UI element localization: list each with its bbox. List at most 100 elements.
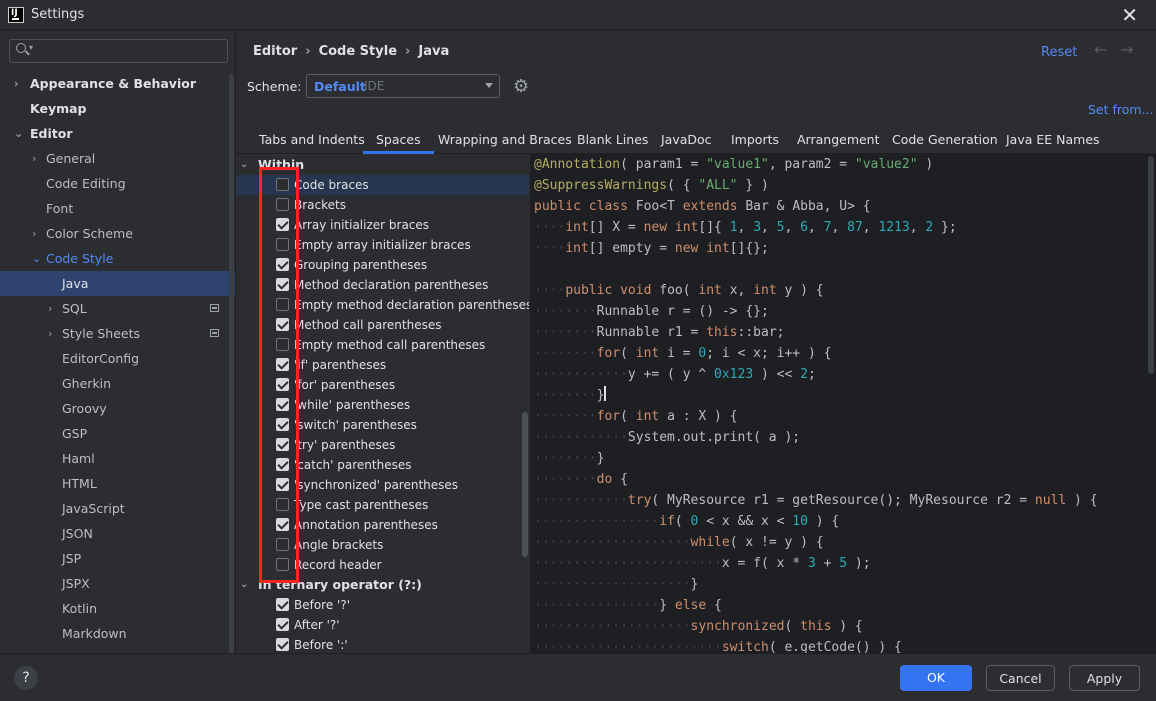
- option-row[interactable]: 'while' parentheses: [236, 395, 529, 415]
- tab-spaces[interactable]: Spaces: [363, 127, 434, 154]
- option-row[interactable]: Brackets: [236, 195, 529, 215]
- cancel-button[interactable]: Cancel: [986, 665, 1055, 691]
- search-input[interactable]: [40, 42, 220, 60]
- forward-arrow-icon[interactable]: →: [1120, 40, 1133, 59]
- option-row[interactable]: Record header: [236, 555, 529, 575]
- sidebar-item-gsp[interactable]: GSP: [0, 421, 235, 446]
- back-arrow-icon[interactable]: ←: [1094, 40, 1107, 59]
- sidebar-item-color-scheme[interactable]: › Color Scheme: [0, 221, 235, 246]
- sidebar-item-style-sheets[interactable]: › Style Sheets: [0, 321, 235, 346]
- option-row[interactable]: Empty method call parentheses: [236, 335, 529, 355]
- sidebar-item-haml[interactable]: Haml: [0, 446, 235, 471]
- option-row[interactable]: Method declaration parentheses: [236, 275, 529, 295]
- reset-link[interactable]: Reset: [1041, 45, 1077, 60]
- option-checkbox[interactable]: [276, 538, 289, 551]
- option-row[interactable]: Method call parentheses: [236, 315, 529, 335]
- sidebar-item-font[interactable]: Font: [0, 196, 235, 221]
- option-checkbox[interactable]: [276, 198, 289, 211]
- option-checkbox[interactable]: [276, 618, 289, 631]
- option-checkbox[interactable]: [276, 298, 289, 311]
- option-checkbox[interactable]: [276, 418, 289, 431]
- code-preview[interactable]: @Annotation( param1 = "value1", param2 =…: [530, 154, 1156, 653]
- option-row[interactable]: Angle brackets: [236, 535, 529, 555]
- option-row[interactable]: Type cast parentheses: [236, 495, 529, 515]
- sidebar-item-code-editing[interactable]: Code Editing: [0, 171, 235, 196]
- sidebar-item-groovy[interactable]: Groovy: [0, 396, 235, 421]
- gear-icon[interactable]: ⚙: [513, 76, 529, 97]
- option-checkbox[interactable]: [276, 258, 289, 271]
- sidebar-item-jsp[interactable]: JSP: [0, 546, 235, 571]
- sidebar-item-jspx[interactable]: JSPX: [0, 571, 235, 596]
- sidebar-item-json[interactable]: JSON: [0, 521, 235, 546]
- tab-wrapping-and-braces[interactable]: Wrapping and Braces: [438, 127, 572, 154]
- sidebar-item-java[interactable]: Java: [0, 271, 235, 296]
- option-checkbox[interactable]: [276, 598, 289, 611]
- sidebar-item-html[interactable]: HTML: [0, 471, 235, 496]
- sidebar-item-kotlin[interactable]: Kotlin: [0, 596, 235, 621]
- option-row[interactable]: 'try' parentheses: [236, 435, 529, 455]
- option-checkbox[interactable]: [276, 558, 289, 571]
- sidebar-item-keymap[interactable]: Keymap: [0, 96, 235, 121]
- option-checkbox[interactable]: [276, 358, 289, 371]
- sidebar-item-sql[interactable]: › SQL: [0, 296, 235, 321]
- tab-javadoc[interactable]: JavaDoc: [661, 127, 712, 154]
- option-checkbox[interactable]: [276, 238, 289, 251]
- sidebar-item-appearance[interactable]: › Appearance & Behavior: [0, 71, 235, 96]
- tab-java-ee-names[interactable]: Java EE Names: [1006, 127, 1100, 154]
- sidebar-item-code-style[interactable]: ⌄ Code Style: [0, 246, 235, 271]
- option-checkbox[interactable]: [276, 278, 289, 291]
- option-checkbox[interactable]: [276, 458, 289, 471]
- option-row[interactable]: 'catch' parentheses: [236, 455, 529, 475]
- sidebar-item-markdown[interactable]: Markdown: [0, 621, 235, 646]
- option-row[interactable]: Array initializer braces: [236, 215, 529, 235]
- options-scrollbar[interactable]: [522, 412, 528, 557]
- sidebar-item-javascript[interactable]: JavaScript: [0, 496, 235, 521]
- option-checkbox[interactable]: [276, 338, 289, 351]
- sidebar-item-general[interactable]: › General: [0, 146, 235, 171]
- close-icon[interactable]: ✕: [1121, 3, 1138, 27]
- option-row[interactable]: 'for' parentheses: [236, 375, 529, 395]
- option-checkbox[interactable]: [276, 478, 289, 491]
- option-checkbox[interactable]: [276, 318, 289, 331]
- sidebar-scrollbar[interactable]: [229, 74, 234, 654]
- breadcrumb-code-style[interactable]: Code Style: [319, 44, 397, 59]
- tab-imports[interactable]: Imports: [731, 127, 779, 154]
- breadcrumb: Editor › Code Style › Java: [253, 44, 450, 59]
- set-from-link[interactable]: Set from...: [1088, 102, 1154, 117]
- option-checkbox[interactable]: [276, 378, 289, 391]
- scheme-dropdown[interactable]: Default IDE: [306, 74, 500, 98]
- tab-tabs-and-indents[interactable]: Tabs and Indents: [259, 127, 365, 154]
- help-icon[interactable]: ?: [14, 666, 38, 690]
- option-row[interactable]: Before ':': [236, 635, 529, 653]
- option-row[interactable]: 'if' parentheses: [236, 355, 529, 375]
- option-row[interactable]: 'synchronized' parentheses: [236, 475, 529, 495]
- option-row[interactable]: 'switch' parentheses: [236, 415, 529, 435]
- ok-button[interactable]: OK: [900, 665, 972, 691]
- sidebar-item-gherkin[interactable]: Gherkin: [0, 371, 235, 396]
- option-checkbox[interactable]: [276, 638, 289, 651]
- dropdown-caret-icon: [485, 83, 493, 88]
- option-checkbox[interactable]: [276, 218, 289, 231]
- tab-arrangement[interactable]: Arrangement: [797, 127, 880, 154]
- option-checkbox[interactable]: [276, 398, 289, 411]
- sidebar-item-editorconfig[interactable]: EditorConfig: [0, 346, 235, 371]
- option-row[interactable]: Empty method declaration parentheses: [236, 295, 529, 315]
- option-checkbox[interactable]: [276, 178, 289, 191]
- option-row[interactable]: Grouping parentheses: [236, 255, 529, 275]
- option-checkbox[interactable]: [276, 518, 289, 531]
- sidebar-item-editor[interactable]: ⌄ Editor: [0, 121, 235, 146]
- tab-code-generation[interactable]: Code Generation: [892, 127, 998, 154]
- editor-scrollbar[interactable]: [1148, 156, 1154, 374]
- option-checkbox[interactable]: [276, 438, 289, 451]
- option-row[interactable]: Before '?': [236, 595, 529, 615]
- option-row[interactable]: Empty array initializer braces: [236, 235, 529, 255]
- option-row[interactable]: Annotation parentheses: [236, 515, 529, 535]
- search-options-caret-icon[interactable]: ▾: [29, 43, 33, 52]
- breadcrumb-editor[interactable]: Editor: [253, 44, 297, 59]
- apply-button[interactable]: Apply: [1069, 665, 1140, 691]
- option-checkbox[interactable]: [276, 498, 289, 511]
- tab-blank-lines[interactable]: Blank Lines: [577, 127, 648, 154]
- settings-search[interactable]: ▾: [9, 39, 228, 63]
- option-row[interactable]: After '?': [236, 615, 529, 635]
- option-row[interactable]: Code braces: [236, 175, 529, 195]
